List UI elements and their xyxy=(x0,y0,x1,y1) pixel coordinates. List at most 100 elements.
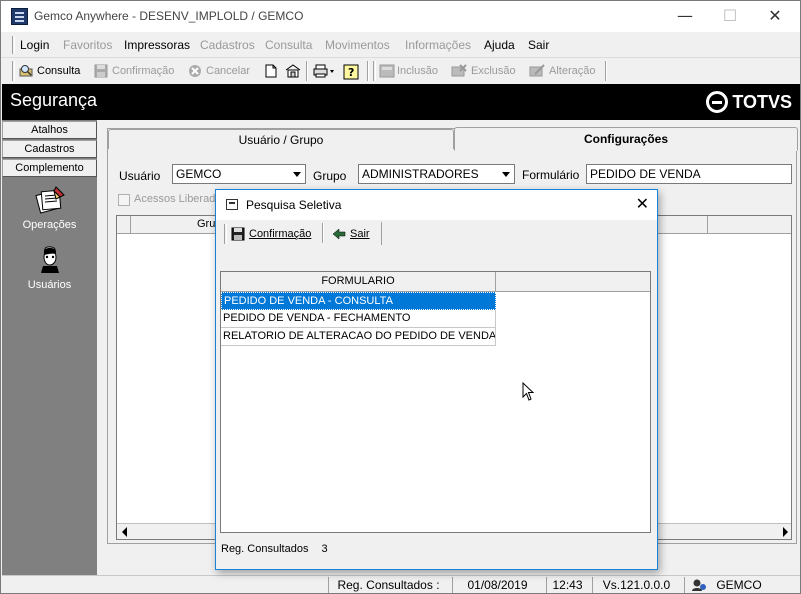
new-document-button[interactable] xyxy=(264,62,282,80)
formulario-field[interactable]: PEDIDO DE VENDA xyxy=(586,164,792,184)
app-window: Gemco Anywhere - DESENV_IMPLOLD / GEMCO … xyxy=(0,0,801,594)
toolbar-grip[interactable] xyxy=(12,61,15,81)
grupo-value: ADMINISTRADORES xyxy=(362,167,479,181)
floppy-disk-icon xyxy=(94,64,108,78)
menu-bar: Login Favoritos Impressoras Cadastros Co… xyxy=(1,32,800,58)
status-bar: Reg. Consultados : 119 01/08/2019 12:43 … xyxy=(2,575,800,593)
status-user: GEMCO xyxy=(716,578,762,592)
floppy-disk-icon xyxy=(231,227,245,241)
inclusao-label: Inclusão xyxy=(397,65,438,77)
sidebar-item-operacoes-label: Operações xyxy=(22,219,77,231)
grupo-combo[interactable]: ADMINISTRADORES xyxy=(358,164,515,184)
cancelar-label: Cancelar xyxy=(206,65,251,77)
acessos-label: Acessos Liberado xyxy=(134,193,222,205)
menu-grip[interactable] xyxy=(12,36,15,54)
grupo-label: Grupo xyxy=(313,169,347,183)
formulario-grid[interactable]: FORMULARIO PEDIDO DE VENDA - CONSULTA PE… xyxy=(220,271,651,533)
sidebar-tab-cadastros[interactable]: Cadastros xyxy=(2,140,97,158)
status-version: Vs.121.0.0.0 xyxy=(592,577,680,593)
sidebar-tab-atalhos[interactable]: Atalhos xyxy=(2,121,97,139)
status-time: 12:43 xyxy=(546,577,588,593)
main-toolbar: Consulta Confirmação Cancelar ? Inclusão… xyxy=(1,58,800,84)
chevron-down-icon[interactable] xyxy=(498,165,514,183)
totvs-logo: TOTVS xyxy=(706,91,792,113)
scroll-right-icon[interactable] xyxy=(783,527,788,537)
tab-configuracoes[interactable]: Configurações xyxy=(454,127,798,151)
dialog-confirm-label: Confirmação xyxy=(249,228,312,240)
close-button[interactable]: ✕ xyxy=(752,5,798,27)
help-button[interactable]: ? xyxy=(343,62,363,80)
menu-informacoes: Informações xyxy=(405,38,472,52)
sidebar-tab-complemento[interactable]: Complemento xyxy=(2,159,97,177)
usuario-value: GEMCO xyxy=(176,167,222,181)
alteracao-button: Alteração xyxy=(529,62,595,80)
grid-indicator-col xyxy=(117,216,131,234)
app-icon xyxy=(11,8,28,25)
operations-icon xyxy=(34,185,66,215)
menu-favoritos: Favoritos xyxy=(63,38,113,52)
status-date: 01/08/2019 xyxy=(452,577,542,593)
acessos-checkbox[interactable] xyxy=(118,194,130,206)
toolbar-grip-2[interactable] xyxy=(373,61,376,81)
dialog-toolbar: Confirmação Sair xyxy=(224,222,382,245)
window-title: Gemco Anywhere - DESENV_IMPLOLD / GEMCO xyxy=(34,9,304,23)
minimize-button[interactable]: — xyxy=(662,5,708,27)
mouse-cursor-icon xyxy=(522,381,536,402)
left-sidebar: Atalhos Cadastros Complemento Operações xyxy=(2,120,97,575)
title-bar: Gemco Anywhere - DESENV_IMPLOLD / GEMCO … xyxy=(1,1,800,32)
section-header: Segurança TOTVS xyxy=(2,84,800,120)
chevron-down-icon[interactable] xyxy=(289,165,305,183)
usuario-combo[interactable]: GEMCO xyxy=(172,164,306,184)
totvs-brand-text: TOTVS xyxy=(732,91,792,112)
menu-impressoras[interactable]: Impressoras xyxy=(124,38,190,52)
dialog-footer-label: Reg. Consultados xyxy=(221,543,309,555)
dialog-title-bar: Pesquisa Seletiva ✕ xyxy=(216,190,657,220)
consulta-button[interactable]: Consulta xyxy=(19,62,80,80)
maximize-button: ☐ xyxy=(722,6,738,25)
menu-movimentos: Movimentos xyxy=(325,38,390,52)
sidebar-item-operacoes[interactable]: Operações xyxy=(2,185,97,231)
export-icon xyxy=(285,64,301,78)
tab-usuario-grupo[interactable]: Usuário / Grupo xyxy=(108,129,454,149)
dialog-confirm-button[interactable]: Confirmação xyxy=(231,224,311,244)
dialog-close-button[interactable]: ✕ xyxy=(636,194,649,213)
menu-sair[interactable]: Sair xyxy=(528,38,549,52)
exclusao-label: Exclusão xyxy=(471,65,516,77)
dialog-title: Pesquisa Seletiva xyxy=(246,198,342,212)
edit-icon xyxy=(529,64,545,78)
search-printer-icon xyxy=(19,64,33,78)
consulta-label: Consulta xyxy=(37,65,81,77)
toolbar-separator-2 xyxy=(367,61,369,81)
include-icon xyxy=(379,64,395,78)
menu-ajuda[interactable]: Ajuda xyxy=(484,38,515,52)
cancelar-button: Cancelar xyxy=(188,62,250,80)
new-document-icon xyxy=(264,64,278,78)
grid-col-divider xyxy=(707,216,708,234)
arrow-left-icon xyxy=(332,227,346,241)
grid-row[interactable]: RELATORIO DE ALTERACAO DO PEDIDO DE VEND… xyxy=(221,328,496,346)
svg-text:?: ? xyxy=(348,66,354,79)
menu-login[interactable]: Login xyxy=(20,38,49,52)
menu-consulta: Consulta xyxy=(265,38,313,52)
toolbar-separator xyxy=(306,61,308,81)
formulario-column-header[interactable]: FORMULARIO xyxy=(221,272,496,292)
dialog-exit-button[interactable]: Sair xyxy=(332,224,370,244)
grid-row[interactable]: PEDIDO DE VENDA - CONSULTA xyxy=(221,292,496,310)
empty-column-header xyxy=(496,272,650,292)
menu-cadastros: Cadastros xyxy=(200,38,255,52)
status-reg-consultados: Reg. Consultados : 119 xyxy=(328,577,448,593)
section-title: Segurança xyxy=(10,90,98,110)
grid-row[interactable]: PEDIDO DE VENDA - FECHAMENTO xyxy=(221,310,496,328)
dialog-toolbar-grip[interactable] xyxy=(224,224,227,244)
scroll-left-icon[interactable] xyxy=(122,527,127,537)
totvs-logo-icon xyxy=(706,91,729,113)
printer-icon xyxy=(313,64,335,78)
sidebar-item-usuarios-label: Usuários xyxy=(27,279,72,291)
sidebar-item-usuarios[interactable]: Usuários xyxy=(2,245,97,291)
cancel-icon xyxy=(188,64,202,78)
formulario-label: Formulário xyxy=(522,168,580,182)
export-button[interactable] xyxy=(285,62,303,80)
inclusao-button: Inclusão xyxy=(379,62,438,80)
dialog-footer: Reg. Consultados 3 xyxy=(221,543,328,555)
print-button[interactable] xyxy=(313,62,339,80)
